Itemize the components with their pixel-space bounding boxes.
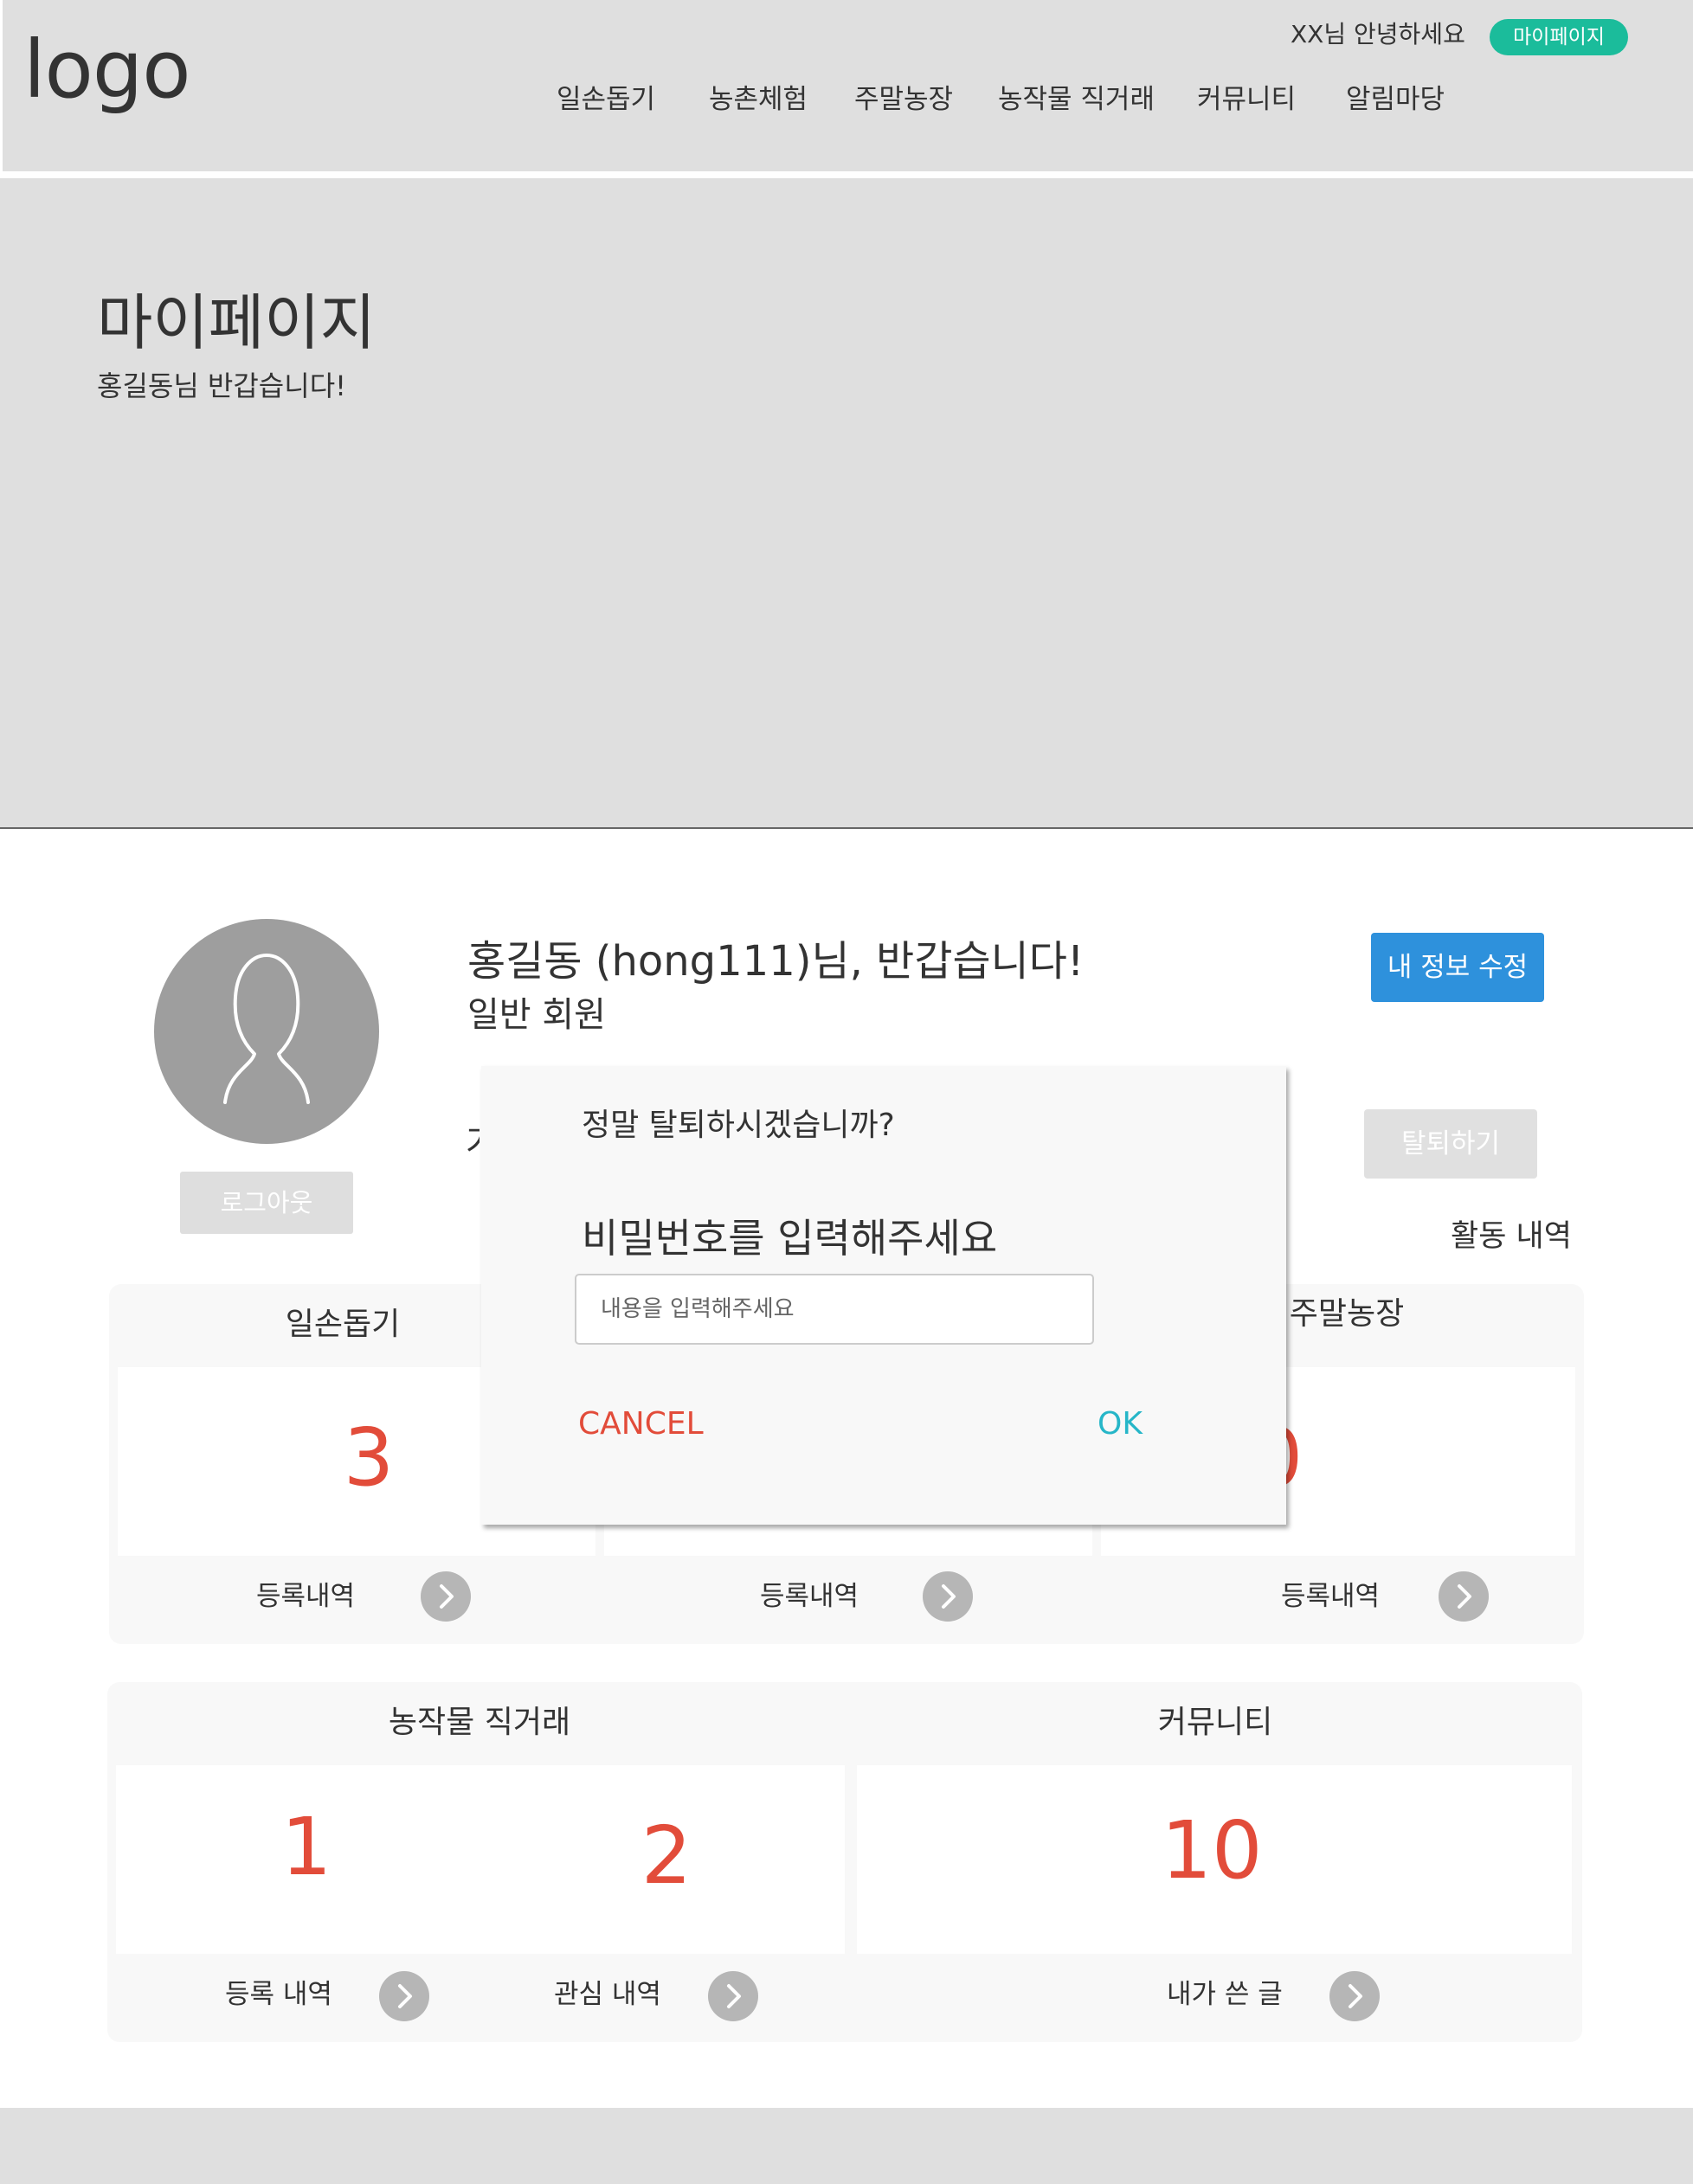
page-title: 마이페이지 [97,287,376,358]
user-greeting: XX님 안녕하세요 [1291,20,1465,48]
nav-item-farm-help[interactable]: 일손돕기 [557,78,655,121]
nav-item-weekend-farm[interactable]: 주말농장 [854,78,953,121]
nav-item-rural-experience[interactable]: 농촌체험 [709,78,808,121]
user-silhouette-icon [223,954,310,1104]
site-footer [0,2108,1693,2184]
page-subtitle: 홍길동님 반갑습니다! [97,369,346,402]
logo[interactable]: logo [23,22,191,118]
stat-title-community: 커뮤니티 [1157,1705,1273,1740]
logout-button[interactable]: 로그아웃 [180,1172,353,1234]
profile-greeting: 홍길동 (hong111)님, 반갑습니다! [467,937,1085,986]
stat-value-farm-help: 3 [343,1411,395,1504]
cancel-button[interactable]: CANCEL [578,1402,704,1447]
chevron-right-icon[interactable] [421,1571,471,1622]
ok-button[interactable]: OK [1098,1402,1143,1447]
site-header: logo XX님 안녕하세요 마이페이지 일손돕기 농촌체험 주말농장 농작물 … [0,0,1693,171]
avatar [154,919,379,1144]
header-divider [0,171,1693,178]
stat-link-farm-help[interactable]: 등록내역 [256,1577,355,1616]
stat-card-direct-trade [116,1765,845,1954]
stat-value-trade-interest: 2 [641,1809,692,1902]
chevron-right-icon[interactable] [379,1971,429,2021]
stat-link-trade-registered[interactable]: 등록 내역 [225,1975,332,2014]
withdraw-confirm-dialog: 정말 탈퇴하시겠습니까? 비밀번호를 입력해주세요 CANCEL OK [481,1066,1286,1525]
chevron-right-icon[interactable] [708,1971,758,2021]
stat-link-trade-interest[interactable]: 관심 내역 [554,1975,661,2014]
member-grade: 일반 회원 [467,995,606,1035]
mypage-button[interactable]: 마이페이지 [1490,19,1628,55]
activity-history-label: 활동 내역 [1451,1219,1572,1254]
hero-banner: 마이페이지 홍길동님 반갑습니다! [0,178,1693,829]
nav-item-community[interactable]: 커뮤니티 [1197,78,1296,121]
chevron-right-icon[interactable] [1439,1571,1489,1622]
dialog-question: 정말 탈퇴하시겠습니까? [582,1108,895,1143]
chevron-right-icon[interactable] [1329,1971,1380,2021]
stat-value-community: 10 [1161,1804,1263,1897]
stat-title-direct-trade: 농작물 직거래 [388,1705,571,1740]
nav-item-notices[interactable]: 알림마당 [1346,78,1445,121]
withdraw-button[interactable]: 탈퇴하기 [1364,1109,1537,1179]
edit-info-button[interactable]: 내 정보 수정 [1371,933,1544,1002]
dialog-prompt: 비밀번호를 입력해주세요 [582,1215,998,1262]
stat-title-farm-help: 일손돕기 [285,1307,401,1342]
stat-link-weekend-farm[interactable]: 등록내역 [1281,1577,1380,1616]
chevron-right-icon[interactable] [923,1571,973,1622]
obscured-text: 가 [466,1121,480,1165]
nav-item-direct-trade[interactable]: 농작물 직거래 [998,78,1155,121]
stat-link-rural-experience[interactable]: 등록내역 [760,1577,859,1616]
password-input[interactable] [575,1274,1094,1345]
stat-link-my-posts[interactable]: 내가 쓴 글 [1167,1975,1283,2014]
activity-panel-row2: 농작물 직거래 커뮤니티 1 2 10 등록 내역 관심 내역 내가 쓴 글 [107,1682,1582,2042]
stat-value-trade-registered: 1 [280,1801,332,1893]
